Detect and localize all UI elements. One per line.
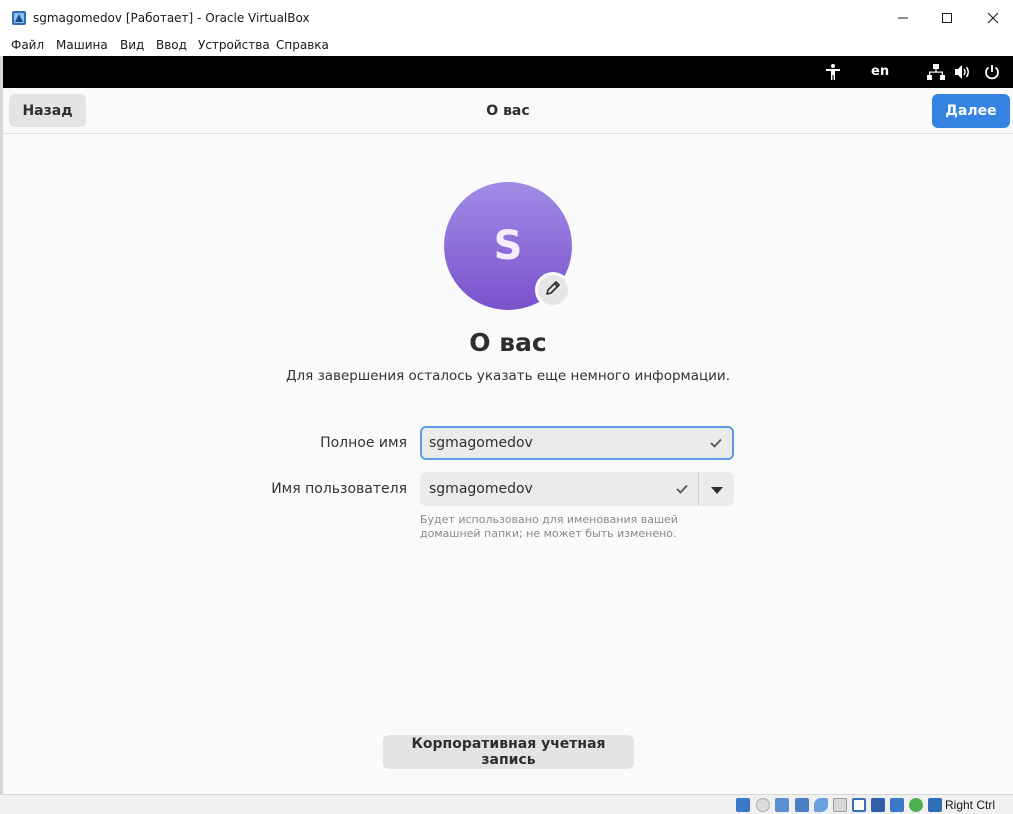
language-indicator[interactable]: en — [871, 56, 889, 88]
enterprise-account-button[interactable]: Корпоративная учетная запись — [383, 735, 634, 769]
menu-devices[interactable]: Устройства — [198, 38, 270, 52]
menu-input[interactable]: Ввод — [156, 38, 187, 52]
username-field[interactable] — [420, 472, 734, 506]
next-button[interactable]: Далее — [932, 94, 1010, 128]
shared-folders-icon[interactable] — [833, 798, 847, 812]
guest-screen: en Назад О вас Далее S О вас Для заверше… — [3, 56, 1013, 794]
menubar: Файл Машина Вид Ввод Устройства Справка — [0, 36, 1013, 56]
window-titlebar: sgmagomedov [Работает] - Oracle VirtualB… — [0, 0, 1013, 36]
avatar-initial: S — [493, 223, 523, 269]
menu-view[interactable]: Вид — [120, 38, 144, 52]
chevron-down-icon — [710, 480, 723, 499]
avatar-edit-button[interactable] — [535, 272, 571, 308]
menu-help[interactable]: Справка — [276, 38, 329, 52]
audio-icon[interactable] — [775, 798, 789, 812]
full-name-field[interactable] — [420, 426, 734, 460]
video-capture-icon[interactable] — [871, 798, 885, 812]
username-label: Имя пользователя — [271, 481, 407, 497]
host-key-label: Right Ctrl — [945, 798, 996, 812]
network-icon[interactable] — [926, 56, 946, 88]
hard-disk-icon[interactable] — [736, 798, 750, 812]
power-icon[interactable] — [982, 56, 1002, 88]
check-icon — [675, 472, 689, 506]
full-name-label: Полное имя — [320, 435, 407, 451]
page-subtitle: Для завершения осталось указать еще немн… — [285, 368, 731, 384]
minimize-icon[interactable] — [893, 8, 913, 28]
network-adapter-icon[interactable] — [795, 798, 809, 812]
menu-file[interactable]: Файл — [11, 38, 44, 52]
optical-drive-icon[interactable] — [756, 798, 770, 812]
usb-icon[interactable] — [814, 798, 828, 812]
menu-machine[interactable]: Машина — [56, 38, 108, 52]
full-name-input[interactable] — [429, 428, 679, 458]
host-key-arrow-icon[interactable] — [928, 798, 942, 812]
mouse-integration-icon[interactable] — [890, 798, 904, 812]
accessibility-icon[interactable] — [823, 56, 843, 88]
display-icon[interactable] — [852, 798, 866, 812]
vm-status-bar: Right Ctrl — [0, 794, 1013, 814]
username-hint: Будет использовано для именования вашей … — [420, 513, 678, 540]
guest-top-bar: en — [3, 56, 1013, 88]
check-icon — [709, 428, 723, 458]
close-icon[interactable] — [983, 8, 1003, 28]
volume-icon[interactable] — [953, 56, 973, 88]
virtualbox-icon — [11, 10, 27, 26]
maximize-icon[interactable] — [937, 8, 957, 28]
pencil-icon — [545, 280, 561, 300]
window-title: sgmagomedov [Работает] - Oracle VirtualB… — [33, 11, 310, 25]
page-heading: О вас — [469, 328, 547, 357]
header-title: О вас — [486, 103, 530, 119]
username-input[interactable] — [429, 472, 679, 506]
username-dropdown-button[interactable] — [699, 472, 734, 506]
guest-additions-icon[interactable] — [909, 798, 923, 812]
header-bar: Назад О вас Далее — [3, 88, 1013, 134]
